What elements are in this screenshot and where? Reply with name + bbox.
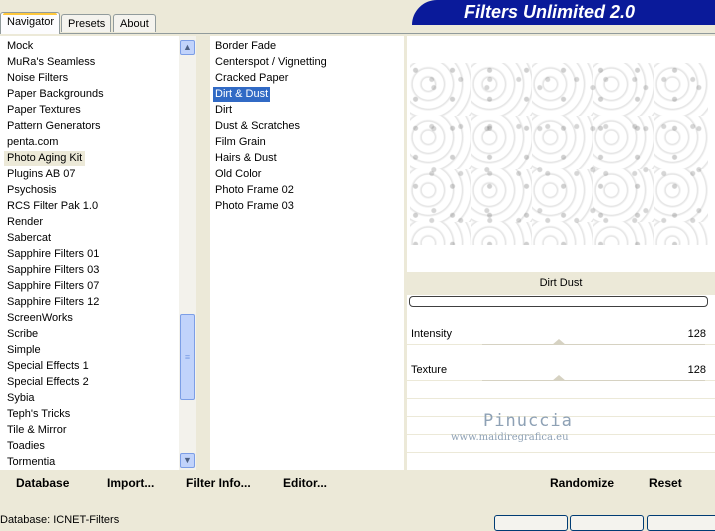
preview-pane: Dirt Dust Intensity 128 Texture 128 bbox=[407, 36, 715, 471]
category-item[interactable]: Teph's Tricks bbox=[7, 407, 70, 422]
category-item[interactable]: Paper Backgrounds bbox=[7, 87, 104, 102]
category-item[interactable]: Tile & Mirror bbox=[7, 423, 66, 438]
tab-label: Presets bbox=[68, 18, 106, 30]
dialog-button[interactable] bbox=[647, 515, 715, 531]
category-item[interactable]: Photo Aging Kit bbox=[4, 151, 86, 166]
filter-item[interactable]: Photo Frame 03 bbox=[215, 199, 294, 214]
category-item[interactable]: Sybia bbox=[7, 391, 35, 406]
category-item[interactable]: Paper Textures bbox=[7, 103, 81, 118]
category-item[interactable]: Sabercat bbox=[7, 231, 51, 246]
filter-item[interactable]: Photo Frame 02 bbox=[215, 183, 294, 198]
filter-title: Dirt Dust bbox=[407, 272, 715, 295]
progress-bar bbox=[409, 296, 708, 307]
bottom-toolbar: Database Import... Filter Info... Editor… bbox=[0, 471, 715, 499]
dialog-button[interactable] bbox=[494, 515, 568, 531]
scroll-down-button[interactable]: ▼ bbox=[180, 453, 195, 468]
tab-label: Navigator bbox=[7, 16, 55, 28]
reset-button[interactable]: Reset bbox=[649, 476, 682, 490]
filter-item[interactable]: Dust & Scratches bbox=[215, 119, 300, 134]
category-item[interactable]: Sapphire Filters 12 bbox=[7, 295, 99, 310]
tab-navigator[interactable]: Navigator bbox=[0, 12, 60, 34]
param-value: 128 bbox=[687, 364, 706, 376]
param-label: Texture bbox=[411, 364, 448, 376]
filter-item[interactable]: Cracked Paper bbox=[215, 71, 288, 86]
category-item[interactable]: Sapphire Filters 03 bbox=[7, 263, 99, 278]
category-scrollbar[interactable]: ▲ ≡ ▼ bbox=[179, 36, 196, 470]
category-item[interactable]: Sapphire Filters 07 bbox=[7, 279, 99, 294]
param-intensity[interactable]: Intensity 128 bbox=[407, 326, 715, 345]
param-value: 128 bbox=[687, 328, 706, 340]
filter-item[interactable]: Border Fade bbox=[215, 39, 276, 54]
category-item[interactable]: Noise Filters bbox=[7, 71, 68, 86]
scroll-thumb[interactable]: ≡ bbox=[180, 314, 195, 400]
filter-item[interactable]: Hairs & Dust bbox=[215, 151, 277, 166]
watermark-url: www.maidiregrafica.eu bbox=[451, 432, 569, 443]
category-item[interactable]: Sapphire Filters 01 bbox=[7, 247, 99, 262]
randomize-button[interactable]: Randomize bbox=[550, 476, 614, 490]
category-item[interactable]: Tormentia bbox=[7, 455, 55, 470]
filter-list[interactable]: Border Fade Centerspot / Vignetting Cracke… bbox=[210, 36, 404, 470]
filter-item[interactable]: Old Color bbox=[215, 167, 261, 182]
tab-about[interactable]: About bbox=[113, 14, 156, 32]
category-item[interactable]: Psychosis bbox=[7, 183, 57, 198]
filter-item[interactable]: Dirt & Dust bbox=[213, 87, 271, 102]
database-status: Database: ICNET-Filters bbox=[0, 514, 120, 526]
category-item[interactable]: Toadies bbox=[7, 439, 45, 454]
category-item[interactable]: MuRa's Seamless bbox=[7, 55, 95, 70]
app-title-banner: Filters Unlimited 2.0 bbox=[412, 0, 715, 25]
category-item[interactable]: Special Effects 2 bbox=[7, 375, 89, 390]
category-item[interactable]: Simple bbox=[7, 343, 41, 358]
import-button[interactable]: Import... bbox=[107, 476, 154, 490]
dialog-button[interactable] bbox=[570, 515, 644, 531]
param-empty-row bbox=[407, 452, 715, 471]
param-label: Intensity bbox=[411, 328, 452, 340]
preview-image bbox=[410, 63, 708, 245]
category-item[interactable]: Render bbox=[7, 215, 43, 230]
category-item[interactable]: Special Effects 1 bbox=[7, 359, 89, 374]
category-list[interactable]: Mock MuRa's Seamless Noise Filters Paper Ba… bbox=[0, 36, 179, 470]
scroll-up-button[interactable]: ▲ bbox=[180, 40, 195, 55]
category-item[interactable]: Pattern Generators bbox=[7, 119, 101, 134]
watermark-name: Pinuccia bbox=[483, 411, 573, 431]
category-item[interactable]: ScreenWorks bbox=[7, 311, 73, 326]
param-empty-row bbox=[407, 380, 715, 399]
tab-label: About bbox=[120, 18, 149, 30]
filter-item[interactable]: Film Grain bbox=[215, 135, 266, 150]
category-item[interactable]: Scribe bbox=[7, 327, 38, 342]
category-item[interactable]: penta.com bbox=[7, 135, 58, 150]
category-item[interactable]: RCS Filter Pak 1.0 bbox=[7, 199, 98, 214]
slider-knob[interactable] bbox=[552, 339, 566, 345]
param-texture[interactable]: Texture 128 bbox=[407, 362, 715, 381]
database-button[interactable]: Database bbox=[16, 476, 69, 490]
editor-button[interactable]: Editor... bbox=[283, 476, 327, 490]
app-title: Filters Unlimited 2.0 bbox=[464, 2, 636, 22]
filter-info-button[interactable]: Filter Info... bbox=[186, 476, 251, 490]
preview-texture bbox=[410, 63, 708, 245]
filter-item[interactable]: Dirt bbox=[215, 103, 232, 118]
category-item[interactable]: Plugins AB 07 bbox=[7, 167, 76, 182]
filter-item[interactable]: Centerspot / Vignetting bbox=[215, 55, 327, 70]
tab-presets[interactable]: Presets bbox=[61, 14, 111, 32]
slider-track[interactable] bbox=[482, 344, 705, 345]
category-item[interactable]: Mock bbox=[7, 39, 33, 54]
